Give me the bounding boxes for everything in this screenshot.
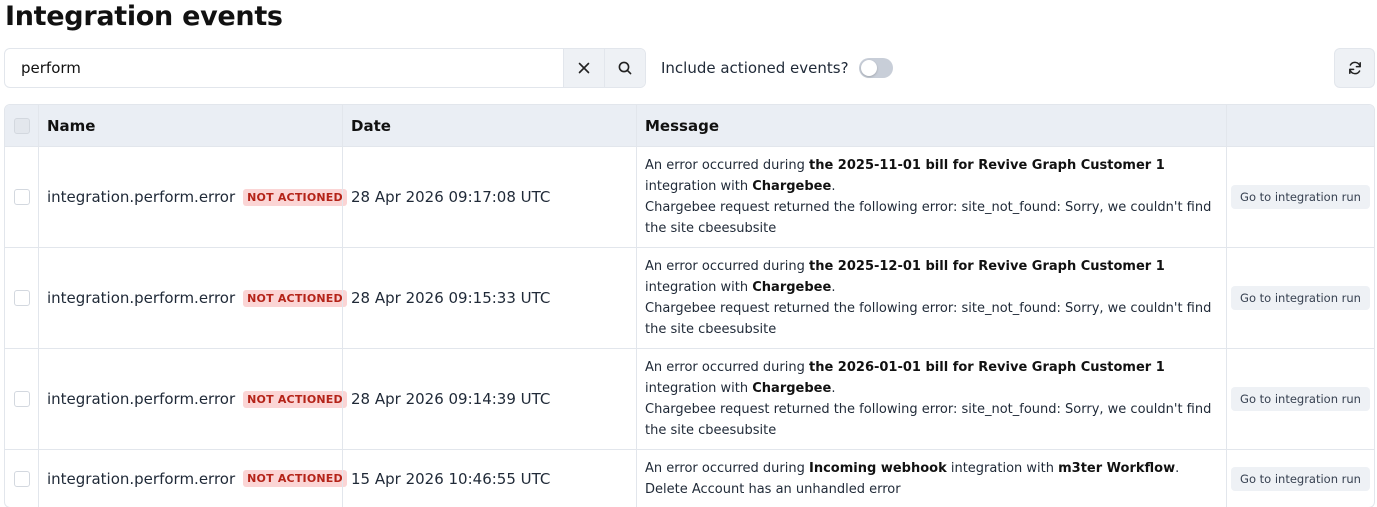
table-row: integration.perform.error NOT ACTIONED 1… xyxy=(5,449,1374,507)
go-to-integration-run-button[interactable]: Go to integration run xyxy=(1231,466,1370,491)
event-message: An error occurred during the 2025-11-01 … xyxy=(645,158,1212,236)
refresh-icon xyxy=(1348,61,1361,75)
event-name: integration.perform.error xyxy=(47,390,236,408)
table-row: integration.perform.error NOT ACTIONED 2… xyxy=(5,247,1374,348)
event-date: 15 Apr 2026 10:46:55 UTC xyxy=(351,469,551,488)
include-actioned-toggle[interactable] xyxy=(859,58,893,78)
column-header-date[interactable]: Date xyxy=(342,105,636,146)
column-header-message[interactable]: Message xyxy=(636,105,1226,146)
search-bar xyxy=(4,48,646,88)
events-table: Name Date Message integration.perform.er… xyxy=(4,104,1375,507)
row-checkbox[interactable] xyxy=(13,391,30,407)
event-name: integration.perform.error xyxy=(47,188,236,206)
toggle-knob xyxy=(861,60,877,76)
clear-search-button[interactable] xyxy=(563,49,604,87)
table-row: integration.perform.error NOT ACTIONED 2… xyxy=(5,348,1374,449)
row-checkbox[interactable] xyxy=(13,189,30,205)
select-all-checkbox[interactable] xyxy=(13,117,30,134)
status-badge: NOT ACTIONED xyxy=(243,289,347,307)
status-badge: NOT ACTIONED xyxy=(243,470,347,487)
search-button[interactable] xyxy=(604,49,645,87)
row-checkbox[interactable] xyxy=(13,470,30,487)
event-message: An error occurred during Incoming webhoo… xyxy=(645,460,1180,497)
close-icon xyxy=(578,62,590,74)
row-checkbox[interactable] xyxy=(13,290,30,306)
event-date: 28 Apr 2026 09:17:08 UTC xyxy=(351,188,551,206)
status-badge: NOT ACTIONED xyxy=(243,188,347,206)
column-header-actions xyxy=(1226,105,1374,146)
event-message: An error occurred during the 2025-12-01 … xyxy=(645,259,1212,337)
event-name: integration.perform.error xyxy=(47,469,236,488)
table-row: integration.perform.error NOT ACTIONED 2… xyxy=(5,146,1374,247)
event-message: An error occurred during the 2026-01-01 … xyxy=(645,360,1212,438)
event-date: 28 Apr 2026 09:15:33 UTC xyxy=(351,289,551,307)
table-header: Name Date Message xyxy=(5,105,1374,146)
column-header-name[interactable]: Name xyxy=(38,105,342,146)
go-to-integration-run-button[interactable]: Go to integration run xyxy=(1231,185,1370,209)
include-actioned-label: Include actioned events? xyxy=(661,59,849,77)
event-date: 28 Apr 2026 09:14:39 UTC xyxy=(351,390,551,408)
search-input[interactable] xyxy=(5,49,563,87)
go-to-integration-run-button[interactable]: Go to integration run xyxy=(1231,387,1370,411)
status-badge: NOT ACTIONED xyxy=(243,390,347,408)
search-icon xyxy=(618,61,632,75)
page-title: Integration events xyxy=(5,1,283,32)
refresh-button[interactable] xyxy=(1334,48,1375,88)
go-to-integration-run-button[interactable]: Go to integration run xyxy=(1231,286,1370,310)
event-name: integration.perform.error xyxy=(47,289,236,307)
